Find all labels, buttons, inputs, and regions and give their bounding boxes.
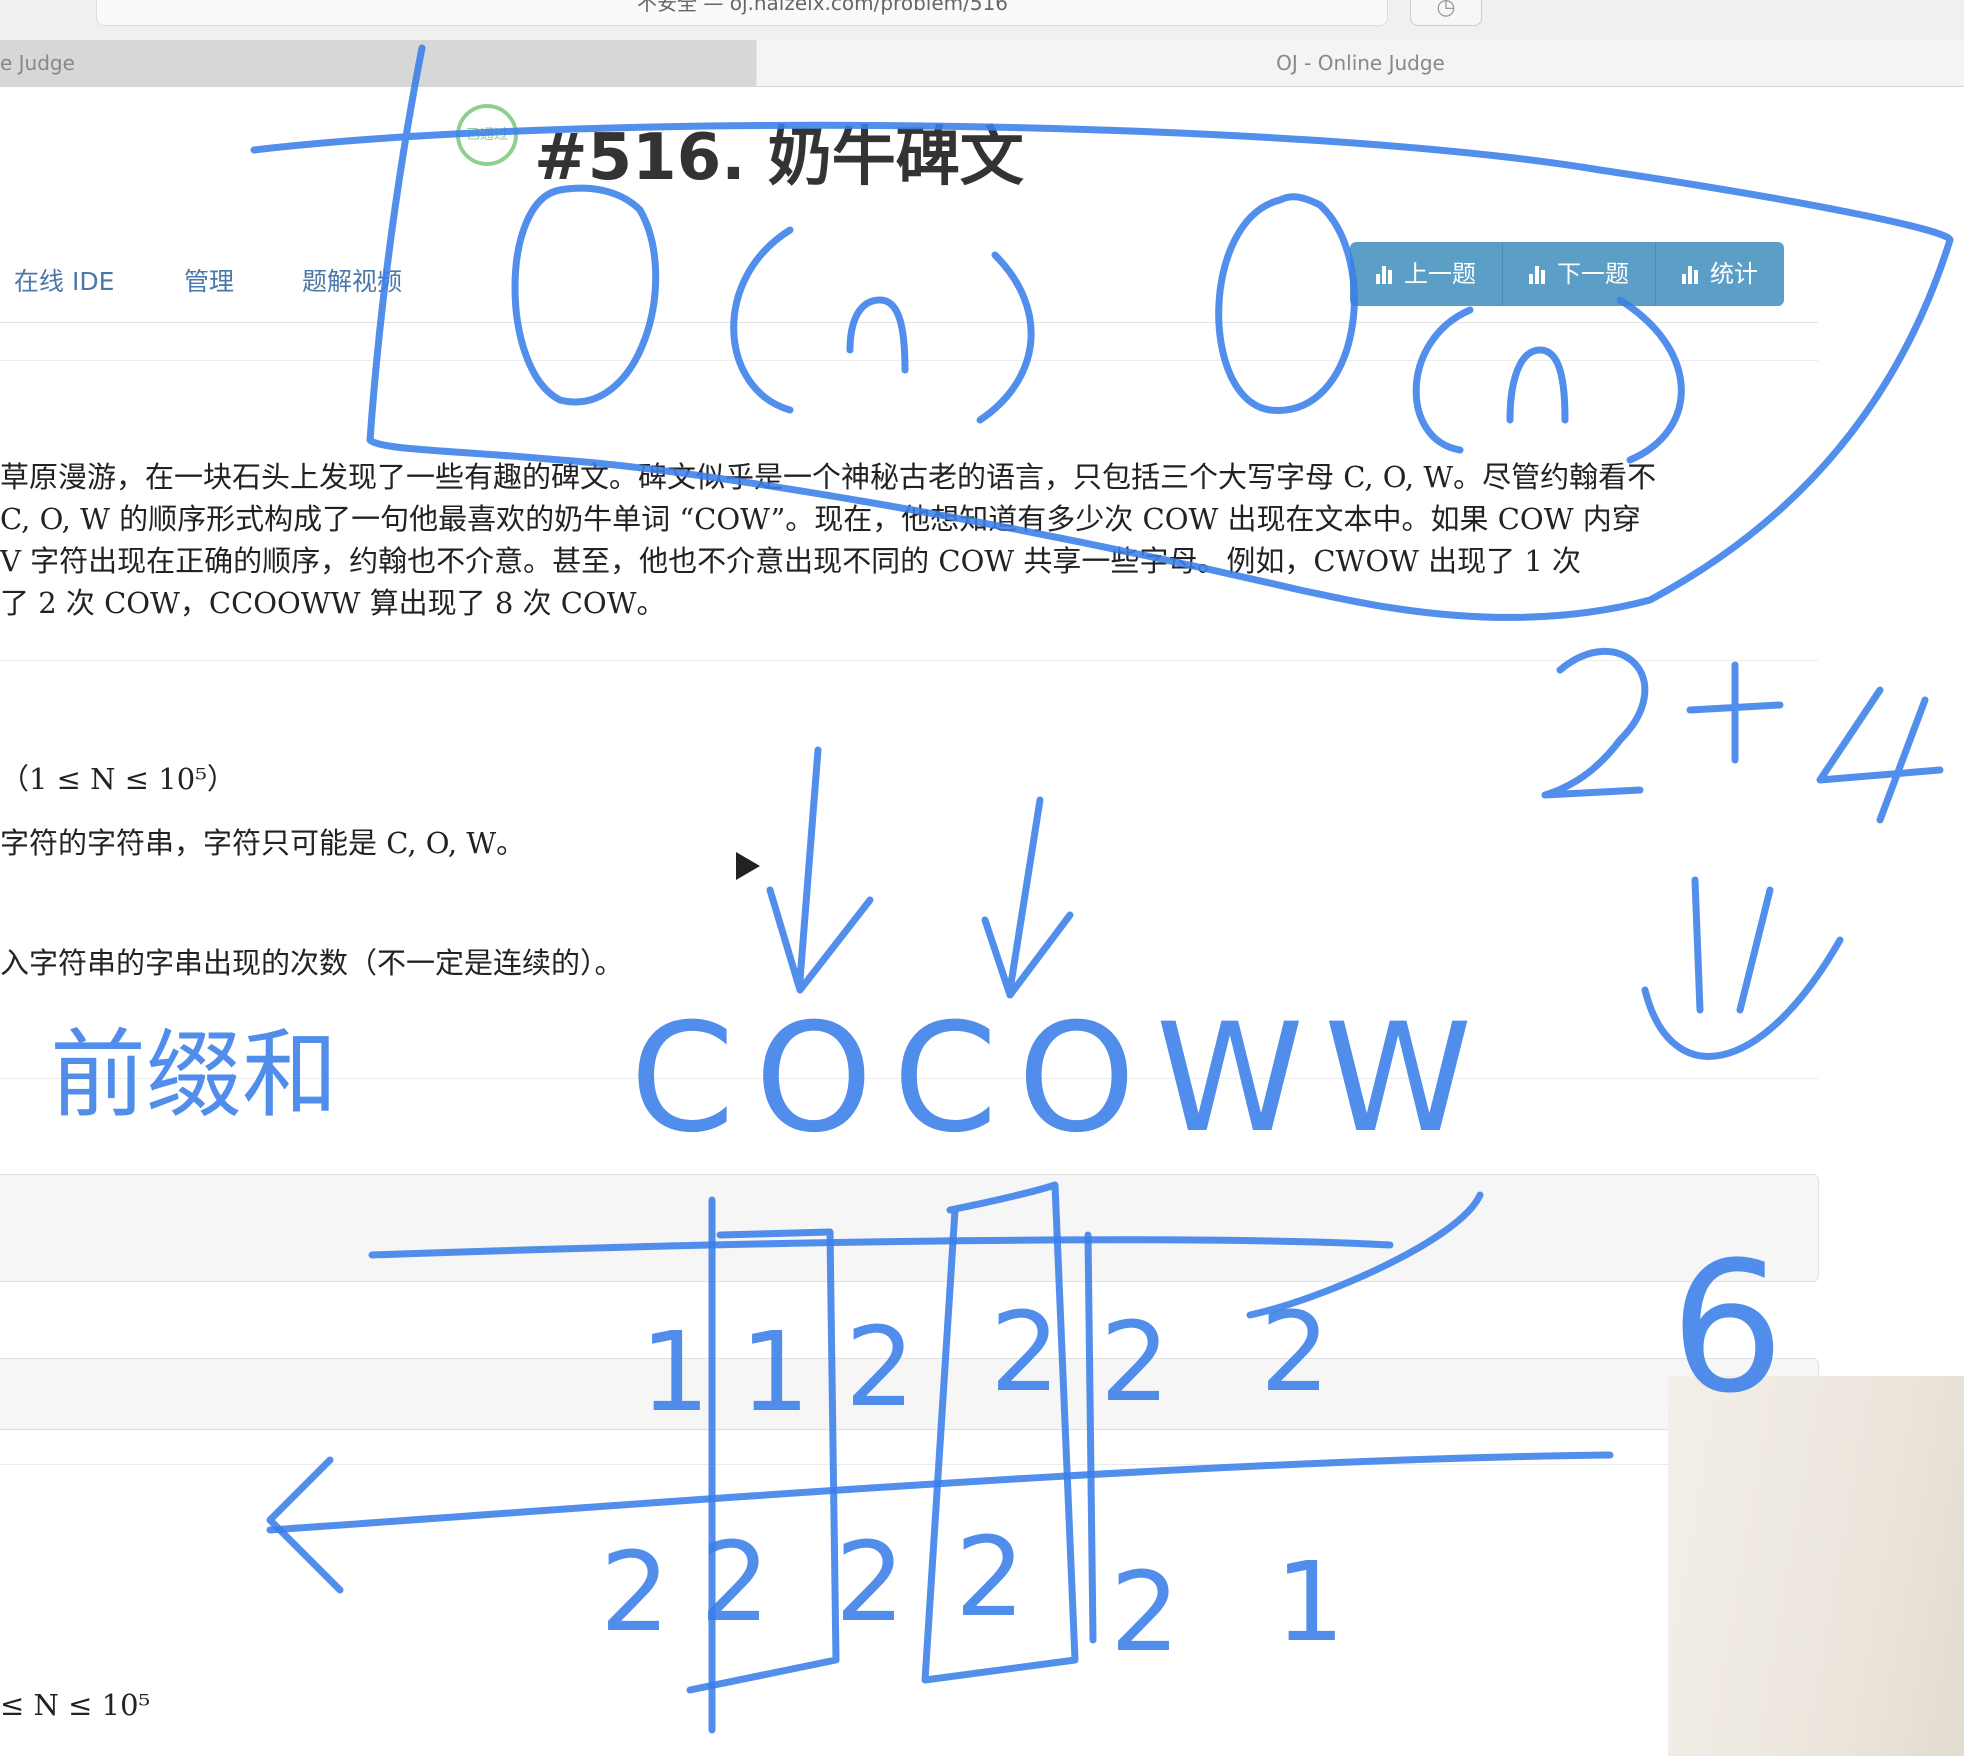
table-column-line [1084, 1231, 1097, 1644]
digit-4 [1816, 686, 1944, 824]
url-field[interactable]: 不安全 — oj.haizeix.com/problem/516 ↻ [96, 0, 1475, 26]
section-divider [0, 660, 1818, 661]
data-range-constraint: ≤ N ≤ 10⁵ [0, 1688, 151, 1722]
next-problem-button[interactable]: 下一题 [1503, 242, 1656, 306]
play-icon[interactable] [736, 852, 760, 880]
tab-label: OJ - Online Judge [1276, 51, 1445, 75]
bottom-row-value: 2 [700, 1518, 770, 1646]
input-description: 字符的字符串，字符只可能是 C, O, W。 [0, 826, 526, 860]
section-divider [0, 360, 1818, 361]
problem-button-group: 上一题 下一题 统计 [1350, 242, 1784, 306]
tab-judge[interactable]: e Judge [0, 40, 756, 86]
nav-divider [0, 322, 1818, 323]
nav-solution-video[interactable]: 题解视频 [302, 262, 402, 298]
big-o-right [1215, 193, 1358, 414]
section-divider [0, 1078, 1818, 1079]
button-label: 下一题 [1557, 260, 1629, 288]
button-label: 统计 [1710, 260, 1758, 288]
bar-chart-icon [1682, 264, 1702, 284]
tab-bar: e Judge OJ - Online Judge [0, 40, 1964, 87]
nav-manage[interactable]: 管理 [184, 262, 234, 298]
passed-badge: 已通过 [456, 104, 518, 166]
address-bar: 不安全 — oj.haizeix.com/problem/516 ↻ ◷ [0, 0, 1964, 40]
tab-label: e Judge [0, 51, 75, 75]
arrow-left [266, 1456, 344, 1594]
page-title: #516. 奶牛碑文 [534, 121, 1024, 195]
paren-open-right [1412, 306, 1474, 454]
stats-button[interactable]: 统计 [1656, 242, 1784, 306]
prev-problem-button[interactable]: 上一题 [1350, 242, 1503, 306]
bar-chart-icon [1376, 264, 1396, 284]
url-text: 不安全 — oj.haizeix.com/problem/516 [637, 0, 1009, 15]
description-line: 了 2 次 COW，CCOOWW 算出现了 8 次 COW。 [0, 586, 666, 620]
webcam-overlay [1668, 1376, 1964, 1756]
bottom-row-value: 2 [835, 1518, 905, 1646]
big-o-left [511, 184, 660, 406]
bottom-row-value: 2 [600, 1528, 670, 1656]
bar-chart-icon [1529, 264, 1549, 284]
section-divider [0, 1464, 1818, 1465]
paren-open-left [730, 226, 794, 414]
problem-description: 草原漫游，在一块石头上发现了一些有趣的碑文。碑文似乎是一个神秘古老的语言，只包括… [0, 456, 1800, 624]
table-column-line [686, 1228, 840, 1694]
prefix-sum-note: 前缀和 [50, 1019, 338, 1131]
paren-close-right [1616, 296, 1685, 464]
nav-online-ide[interactable]: 在线 IDE [14, 262, 114, 298]
bottom-row-value: 2 [1110, 1548, 1180, 1676]
table-line [266, 1451, 1614, 1534]
input-constraint: （1 ≤ N ≤ 10⁵） [0, 762, 236, 796]
button-label: 上一题 [1404, 260, 1476, 288]
bottom-row-value: 1 [1275, 1538, 1345, 1666]
sample-output-box [0, 1358, 1819, 1430]
tab-online-judge[interactable]: OJ - Online Judge [757, 40, 1964, 86]
digit-2 [1541, 647, 1649, 799]
bottom-row-value: 2 [955, 1513, 1025, 1641]
output-description: 入字符串的字串出现的次数（不一定是连续的）。 [0, 946, 624, 980]
sample-input-box [0, 1174, 1819, 1282]
arrow-down [1641, 876, 1844, 1060]
string-note: COCOWW [630, 992, 1492, 1166]
description-line: C, O, W 的顺序形式构成了一句他最喜欢的奶牛单词 “COW”。现在，他想知… [0, 502, 1641, 536]
history-icon[interactable]: ◷ [1410, 0, 1482, 26]
plus-sign [1686, 661, 1784, 764]
arrow-down [981, 796, 1074, 999]
description-line: V 字符出现在正确的顺序，约翰也不介意。甚至，他也不介意出现不同的 COW 共享… [0, 544, 1582, 578]
paren-close-left [976, 251, 1035, 424]
description-line: 草原漫游，在一块石头上发现了一些有趣的碑文。碑文似乎是一个神秘古老的语言，只包括… [0, 460, 1657, 494]
arrow-down [766, 746, 874, 994]
